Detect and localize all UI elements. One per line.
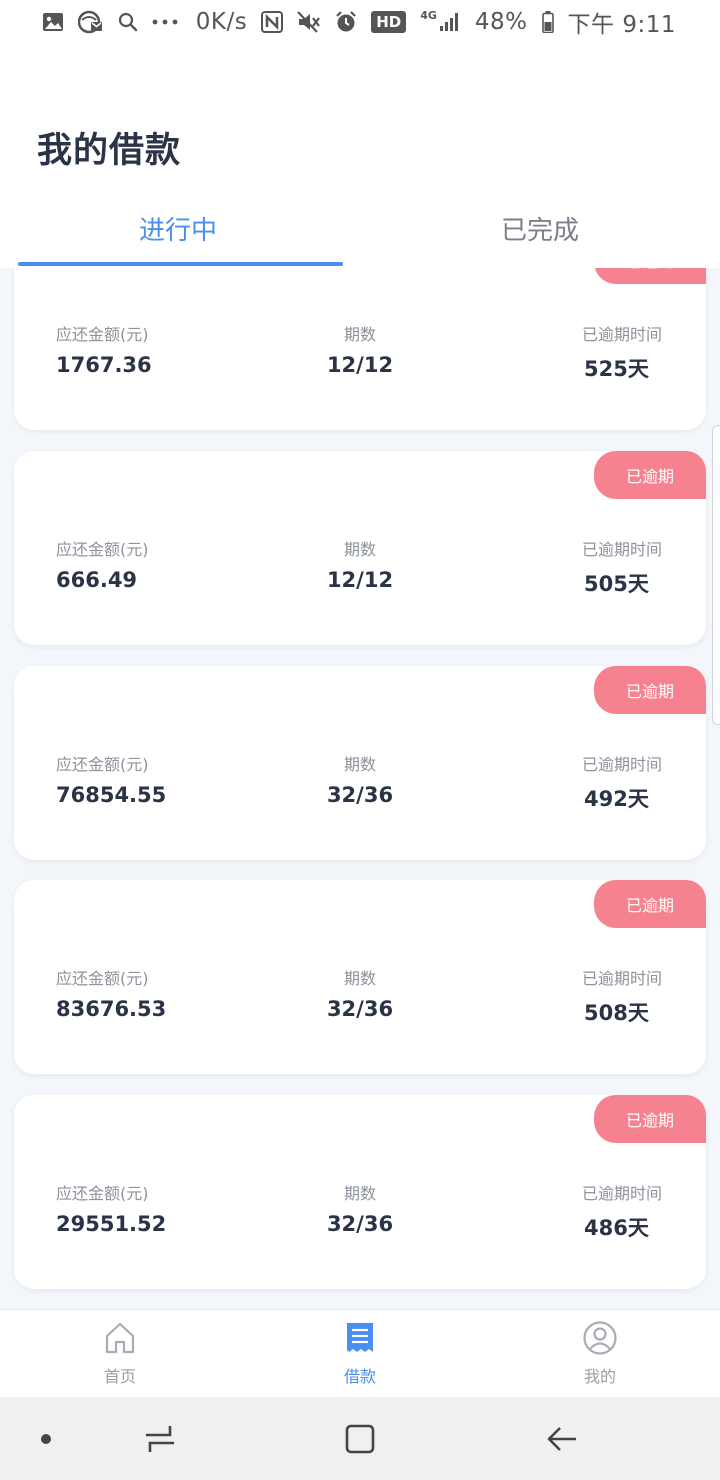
overdue-value: 508天	[584, 1001, 649, 1025]
nav-profile[interactable]: 我的	[480, 1310, 720, 1397]
overdue-value: 525天	[584, 357, 649, 381]
amount-value: 29551.52	[56, 1212, 167, 1236]
bottom-nav: 首页 借款 我的	[0, 1309, 720, 1397]
loan-card[interactable]: 已逾期 应还金额(元) 666.49 期数 12/12 已逾期时间 505天	[14, 451, 706, 645]
period-value: 32/36	[326, 783, 394, 807]
loan-card[interactable]: 已逾期 应还金额(元) 1767.36 期数 12/12 已逾期时间 525天	[14, 268, 706, 430]
overdue-value: 486天	[584, 1216, 649, 1240]
home-button[interactable]	[338, 1417, 382, 1461]
tab-completed[interactable]: 已完成	[380, 210, 700, 247]
overdue-label: 已逾期时间	[581, 1184, 662, 1203]
clock: 下午 9:11	[567, 12, 676, 38]
status-bar-left	[42, 10, 178, 34]
mute-icon	[297, 10, 321, 34]
overdue-badge: 已逾期	[594, 1095, 706, 1143]
amount-label: 应还金额(元)	[56, 1184, 149, 1203]
page-title: 我的借款	[37, 131, 182, 171]
net-speed: 0K/s	[195, 9, 248, 35]
nav-home[interactable]: 首页	[0, 1310, 240, 1397]
profile-icon	[583, 1320, 617, 1359]
period-label: 期数	[343, 540, 377, 559]
overdue-value: 505天	[584, 572, 649, 596]
net-type: 4G	[420, 9, 437, 22]
tab-in-progress[interactable]: 进行中	[18, 210, 338, 247]
loan-list[interactable]: 已逾期 应还金额(元) 1767.36 期数 12/12 已逾期时间 525天 …	[0, 268, 720, 1309]
home-icon	[104, 1321, 136, 1359]
overdue-label: 已逾期时间	[581, 755, 662, 774]
assistant-dot-button[interactable]	[24, 1417, 68, 1461]
status-bar-right: 0K/s HD 4G 48% 下午 9:11	[196, 5, 676, 39]
amount-value: 1767.36	[56, 353, 152, 377]
amount-value: 76854.55	[56, 783, 167, 807]
amount-label: 应还金额(元)	[56, 755, 149, 774]
nav-loans-label: 借款	[343, 1366, 376, 1386]
period-value: 32/36	[326, 997, 394, 1021]
signal-icon: 4G	[420, 10, 461, 34]
header: 我的借款 进行中 已完成	[0, 44, 720, 268]
alarm-icon	[335, 10, 357, 34]
back-button[interactable]	[540, 1417, 584, 1461]
loan-card[interactable]: 已逾期 应还金额(元) 83676.53 期数 32/36 已逾期时间 508天	[14, 880, 706, 1074]
loan-card[interactable]: 已逾期 应还金额(元) 29551.52 期数 32/36 已逾期时间 486天	[14, 1095, 706, 1289]
period-label: 期数	[343, 969, 377, 988]
nav-profile-label: 我的	[583, 1366, 616, 1386]
amount-label: 应还金额(元)	[56, 540, 149, 559]
bill-icon	[345, 1321, 375, 1359]
period-value: 12/12	[326, 353, 394, 377]
status-bar: 0K/s HD 4G 48% 下午 9:11	[0, 0, 720, 44]
overdue-value: 492天	[584, 787, 649, 811]
vpn-icon	[78, 10, 104, 34]
overdue-badge: 已逾期	[594, 451, 706, 499]
overdue-label: 已逾期时间	[581, 325, 662, 344]
system-nav-bar	[0, 1397, 720, 1480]
overdue-label: 已逾期时间	[581, 969, 662, 988]
amount-value: 83676.53	[56, 997, 167, 1021]
period-value: 12/12	[326, 568, 394, 592]
period-value: 32/36	[326, 1212, 394, 1236]
period-label: 期数	[343, 1184, 377, 1203]
loan-card[interactable]: 已逾期 应还金额(元) 76854.55 期数 32/36 已逾期时间 492天	[14, 666, 706, 860]
overdue-badge: 已逾期	[594, 268, 706, 284]
more-icon	[152, 10, 178, 34]
nav-home-label: 首页	[103, 1366, 136, 1386]
hd-badge: HD	[371, 11, 407, 33]
edge-panel-handle[interactable]	[712, 425, 720, 725]
gallery-icon	[42, 10, 64, 34]
period-label: 期数	[343, 325, 377, 344]
amount-label: 应还金额(元)	[56, 325, 149, 344]
battery-percent: 48%	[474, 9, 528, 35]
nfc-icon	[261, 10, 284, 34]
tab-indicator	[18, 262, 343, 266]
overdue-badge: 已逾期	[594, 880, 706, 928]
recent-apps-button[interactable]	[138, 1417, 182, 1461]
amount-value: 666.49	[56, 568, 138, 592]
overdue-label: 已逾期时间	[581, 540, 662, 559]
battery-icon	[541, 10, 554, 34]
search-icon	[118, 10, 138, 34]
amount-label: 应还金额(元)	[56, 969, 149, 988]
nav-loans[interactable]: 借款	[240, 1310, 480, 1397]
overdue-badge: 已逾期	[594, 666, 706, 714]
period-label: 期数	[343, 755, 377, 774]
